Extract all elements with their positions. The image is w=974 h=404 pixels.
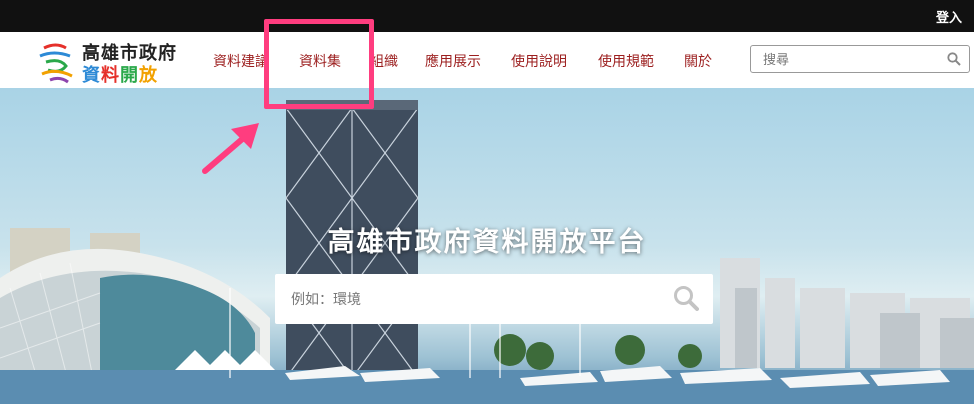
nav-item-showcase[interactable]: 應用展示 xyxy=(425,51,481,71)
hero-title: 高雄市政府資料開放平台 xyxy=(327,227,647,258)
logo-mark-icon xyxy=(39,43,73,84)
logo-char: 資 xyxy=(82,65,101,86)
search-icon[interactable] xyxy=(673,285,699,311)
header-search xyxy=(750,45,970,73)
hero-search-input[interactable] xyxy=(289,287,663,313)
top-bar: 登入 xyxy=(0,0,974,32)
highlight-box xyxy=(264,19,374,109)
hero-banner: 高雄市政府資料開放平台 xyxy=(0,88,974,404)
navbar: 高雄市政府 資料開放 資料建議 資料集 組織 應用展示 使用說明 使用規範 關於 xyxy=(0,32,974,89)
search-icon[interactable] xyxy=(947,52,961,66)
site-logo[interactable]: 高雄市政府 資料開放 xyxy=(36,37,176,87)
logo-char: 料 xyxy=(101,65,120,86)
hero-search xyxy=(275,274,713,324)
logo-char: 開 xyxy=(120,65,139,86)
login-link[interactable]: 登入 xyxy=(936,7,962,26)
nav-item-organizations[interactable]: 組織 xyxy=(370,51,398,71)
header-search-input[interactable] xyxy=(761,47,945,73)
nav-item-usage-guide[interactable]: 使用說明 xyxy=(511,51,567,71)
logo-char: 放 xyxy=(139,65,158,86)
nav-item-terms[interactable]: 使用規範 xyxy=(598,51,654,71)
logo-subtitle: 資料開放 xyxy=(82,61,158,87)
nav-item-data-suggestions[interactable]: 資料建議 xyxy=(213,51,269,71)
pointer-arrow-icon xyxy=(202,123,259,174)
nav-item-about[interactable]: 關於 xyxy=(684,51,712,71)
